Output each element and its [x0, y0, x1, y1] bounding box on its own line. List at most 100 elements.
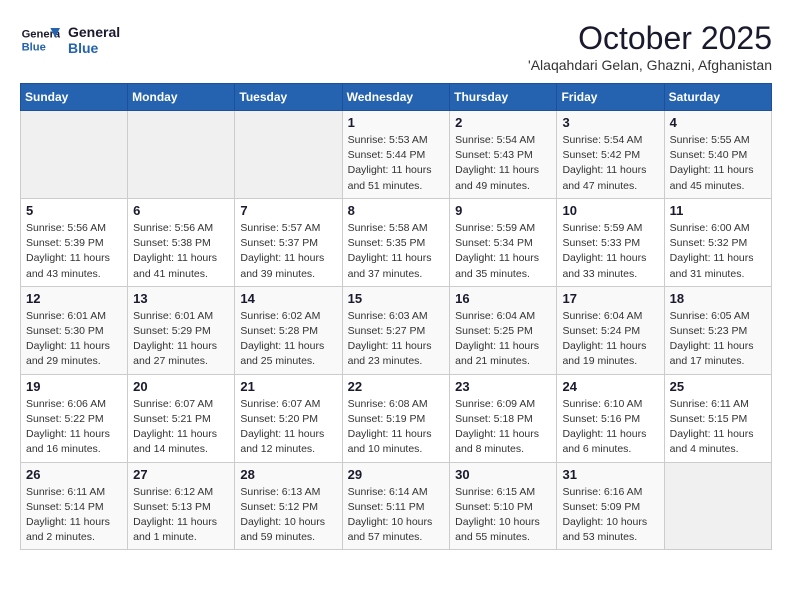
calendar-table: Sunday Monday Tuesday Wednesday Thursday…	[20, 83, 772, 550]
table-row: 24 Sunrise: 6:10 AM Sunset: 5:16 PM Dayli…	[557, 374, 664, 462]
table-row: 22 Sunrise: 6:08 AM Sunset: 5:19 PM Dayli…	[342, 374, 450, 462]
day-info: Sunrise: 6:06 AM Sunset: 5:22 PM Dayligh…	[26, 397, 122, 458]
day-number: 5	[26, 203, 122, 218]
day-number: 18	[670, 291, 766, 306]
calendar-week-row: 5 Sunrise: 5:56 AM Sunset: 5:39 PM Daylig…	[21, 198, 772, 286]
table-row: 16 Sunrise: 6:04 AM Sunset: 5:25 PM Dayli…	[450, 286, 557, 374]
header-wednesday: Wednesday	[342, 84, 450, 111]
header-tuesday: Tuesday	[235, 84, 342, 111]
day-number: 20	[133, 379, 229, 394]
header-saturday: Saturday	[664, 84, 771, 111]
day-info: Sunrise: 6:01 AM Sunset: 5:30 PM Dayligh…	[26, 309, 122, 370]
table-row: 5 Sunrise: 5:56 AM Sunset: 5:39 PM Daylig…	[21, 198, 128, 286]
table-row	[664, 462, 771, 550]
day-info: Sunrise: 5:59 AM Sunset: 5:34 PM Dayligh…	[455, 221, 551, 282]
day-info: Sunrise: 6:00 AM Sunset: 5:32 PM Dayligh…	[670, 221, 766, 282]
day-number: 2	[455, 115, 551, 130]
table-row: 25 Sunrise: 6:11 AM Sunset: 5:15 PM Dayli…	[664, 374, 771, 462]
day-number: 16	[455, 291, 551, 306]
table-row	[128, 111, 235, 199]
day-number: 15	[348, 291, 445, 306]
table-row	[235, 111, 342, 199]
table-row: 14Sunrise: 6:02 AM Sunset: 5:28 PM Dayli…	[235, 286, 342, 374]
day-info: Sunrise: 6:09 AM Sunset: 5:18 PM Dayligh…	[455, 397, 551, 458]
svg-text:Blue: Blue	[22, 41, 46, 53]
day-info: Sunrise: 5:55 AM Sunset: 5:40 PM Dayligh…	[670, 133, 766, 194]
day-info: Sunrise: 6:12 AM Sunset: 5:13 PM Dayligh…	[133, 485, 229, 546]
day-number: 11	[670, 203, 766, 218]
table-row: 31 Sunrise: 6:16 AM Sunset: 5:09 PM Dayli…	[557, 462, 664, 550]
day-info: Sunrise: 5:59 AM Sunset: 5:33 PM Dayligh…	[562, 221, 658, 282]
day-info: Sunrise: 6:16 AM Sunset: 5:09 PM Dayligh…	[562, 485, 658, 546]
header-sunday: Sunday	[21, 84, 128, 111]
day-number: 9	[455, 203, 551, 218]
title-block: October 2025 'Alaqahdari Gelan, Ghazni, …	[528, 20, 772, 73]
table-row: 23 Sunrise: 6:09 AM Sunset: 5:18 PM Dayli…	[450, 374, 557, 462]
table-row: 18 Sunrise: 6:05 AM Sunset: 5:23 PM Dayli…	[664, 286, 771, 374]
day-number: 21	[240, 379, 336, 394]
day-info: Sunrise: 6:04 AM Sunset: 5:25 PM Dayligh…	[455, 309, 551, 370]
table-row: 21Sunrise: 6:07 AM Sunset: 5:20 PM Dayli…	[235, 374, 342, 462]
table-row: 1Sunrise: 5:53 AM Sunset: 5:44 PM Daylig…	[342, 111, 450, 199]
table-row	[21, 111, 128, 199]
logo: General Blue General Blue	[20, 20, 120, 60]
day-info: Sunrise: 6:03 AM Sunset: 5:27 PM Dayligh…	[348, 309, 445, 370]
table-row: 3 Sunrise: 5:54 AM Sunset: 5:42 PM Daylig…	[557, 111, 664, 199]
day-info: Sunrise: 5:54 AM Sunset: 5:42 PM Dayligh…	[562, 133, 658, 194]
table-row: 13Sunrise: 6:01 AM Sunset: 5:29 PM Dayli…	[128, 286, 235, 374]
table-row: 4Sunrise: 5:55 AM Sunset: 5:40 PM Daylig…	[664, 111, 771, 199]
day-number: 31	[562, 467, 658, 482]
day-number: 7	[240, 203, 336, 218]
day-info: Sunrise: 6:07 AM Sunset: 5:21 PM Dayligh…	[133, 397, 229, 458]
day-number: 29	[348, 467, 445, 482]
day-info: Sunrise: 6:01 AM Sunset: 5:29 PM Dayligh…	[133, 309, 229, 370]
header-thursday: Thursday	[450, 84, 557, 111]
table-row: 29 Sunrise: 6:14 AM Sunset: 5:11 PM Dayli…	[342, 462, 450, 550]
table-row: 6Sunrise: 5:56 AM Sunset: 5:38 PM Daylig…	[128, 198, 235, 286]
day-info: Sunrise: 6:11 AM Sunset: 5:15 PM Dayligh…	[670, 397, 766, 458]
day-number: 26	[26, 467, 122, 482]
day-number: 25	[670, 379, 766, 394]
day-number: 22	[348, 379, 445, 394]
day-info: Sunrise: 6:15 AM Sunset: 5:10 PM Dayligh…	[455, 485, 551, 546]
calendar-week-row: 19Sunrise: 6:06 AM Sunset: 5:22 PM Dayli…	[21, 374, 772, 462]
table-row: 8 Sunrise: 5:58 AM Sunset: 5:35 PM Daylig…	[342, 198, 450, 286]
calendar-header-row: Sunday Monday Tuesday Wednesday Thursday…	[21, 84, 772, 111]
day-info: Sunrise: 5:58 AM Sunset: 5:35 PM Dayligh…	[348, 221, 445, 282]
calendar-week-row: 1Sunrise: 5:53 AM Sunset: 5:44 PM Daylig…	[21, 111, 772, 199]
table-row: 26 Sunrise: 6:11 AM Sunset: 5:14 PM Dayli…	[21, 462, 128, 550]
day-number: 12	[26, 291, 122, 306]
day-info: Sunrise: 6:11 AM Sunset: 5:14 PM Dayligh…	[26, 485, 122, 546]
day-info: Sunrise: 5:54 AM Sunset: 5:43 PM Dayligh…	[455, 133, 551, 194]
day-info: Sunrise: 6:05 AM Sunset: 5:23 PM Dayligh…	[670, 309, 766, 370]
logo-text-blue: Blue	[68, 40, 120, 56]
day-info: Sunrise: 6:08 AM Sunset: 5:19 PM Dayligh…	[348, 397, 445, 458]
day-number: 3	[562, 115, 658, 130]
header-friday: Friday	[557, 84, 664, 111]
day-number: 23	[455, 379, 551, 394]
table-row: 19Sunrise: 6:06 AM Sunset: 5:22 PM Dayli…	[21, 374, 128, 462]
table-row: 15 Sunrise: 6:03 AM Sunset: 5:27 PM Dayli…	[342, 286, 450, 374]
logo-icon: General Blue	[20, 20, 60, 60]
table-row: 10 Sunrise: 5:59 AM Sunset: 5:33 PM Dayli…	[557, 198, 664, 286]
table-row: 9 Sunrise: 5:59 AM Sunset: 5:34 PM Daylig…	[450, 198, 557, 286]
table-row: 28Sunrise: 6:13 AM Sunset: 5:12 PM Dayli…	[235, 462, 342, 550]
day-info: Sunrise: 5:56 AM Sunset: 5:39 PM Dayligh…	[26, 221, 122, 282]
table-row: 20 Sunrise: 6:07 AM Sunset: 5:21 PM Dayli…	[128, 374, 235, 462]
day-number: 10	[562, 203, 658, 218]
day-number: 27	[133, 467, 229, 482]
calendar-week-row: 12 Sunrise: 6:01 AM Sunset: 5:30 PM Dayli…	[21, 286, 772, 374]
day-number: 6	[133, 203, 229, 218]
day-info: Sunrise: 6:14 AM Sunset: 5:11 PM Dayligh…	[348, 485, 445, 546]
table-row: 17Sunrise: 6:04 AM Sunset: 5:24 PM Dayli…	[557, 286, 664, 374]
day-info: Sunrise: 5:57 AM Sunset: 5:37 PM Dayligh…	[240, 221, 336, 282]
day-number: 24	[562, 379, 658, 394]
day-number: 17	[562, 291, 658, 306]
day-info: Sunrise: 6:02 AM Sunset: 5:28 PM Dayligh…	[240, 309, 336, 370]
table-row: 11 Sunrise: 6:00 AM Sunset: 5:32 PM Dayli…	[664, 198, 771, 286]
day-number: 8	[348, 203, 445, 218]
logo-text-general: General	[68, 24, 120, 40]
table-row: 30Sunrise: 6:15 AM Sunset: 5:10 PM Dayli…	[450, 462, 557, 550]
day-info: Sunrise: 6:10 AM Sunset: 5:16 PM Dayligh…	[562, 397, 658, 458]
day-info: Sunrise: 5:53 AM Sunset: 5:44 PM Dayligh…	[348, 133, 445, 194]
